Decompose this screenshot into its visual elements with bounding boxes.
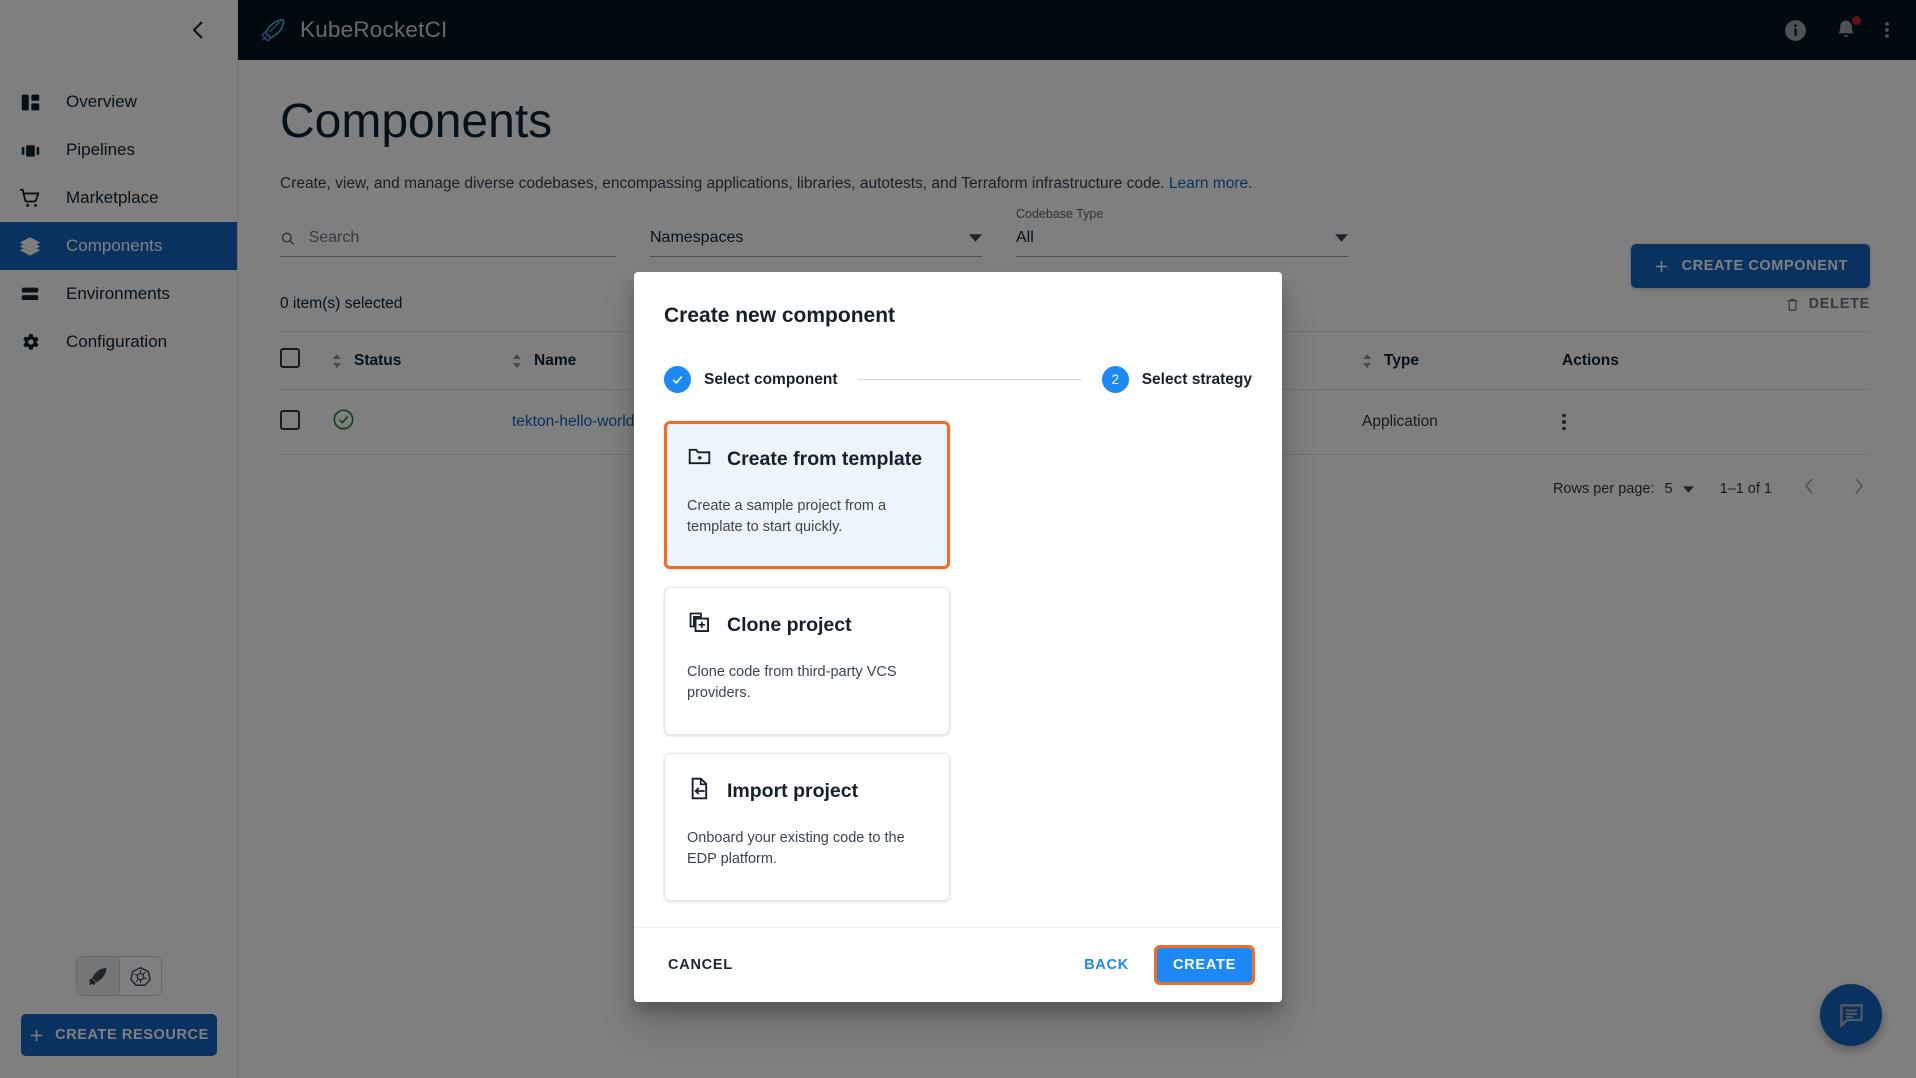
dialog-title: Create new component <box>664 304 896 327</box>
step-marker-active: 2 <box>1101 366 1129 393</box>
strategy-card-create-from-template[interactable]: Create from template Create a sample pro… <box>664 421 950 569</box>
card-description: Clone code from third-party VCS provider… <box>687 664 897 701</box>
strategy-card-clone-project[interactable]: Clone project Clone code from third-part… <box>664 587 950 735</box>
step-marker-done <box>664 366 691 393</box>
card-description: Onboard your existing code to the EDP pl… <box>687 830 905 867</box>
back-button[interactable]: BACK <box>1072 949 1141 981</box>
copy-plus-icon <box>687 610 712 640</box>
stepper-connector <box>857 379 1082 380</box>
folder-plus-icon <box>687 444 712 474</box>
card-title: Create from template <box>727 447 923 470</box>
strategy-card-import-project[interactable]: Import project Onboard your existing cod… <box>664 753 950 901</box>
cancel-button[interactable]: CANCEL <box>664 949 737 981</box>
check-icon <box>672 375 683 385</box>
create-button[interactable]: CREATE <box>1153 945 1256 985</box>
strategy-cards: Create from template Create a sample pro… <box>660 421 1256 909</box>
step-select-component[interactable]: Select component <box>664 366 838 393</box>
dialog-stepper: Select component 2 Select strategy <box>664 366 1252 393</box>
file-import-icon <box>687 776 712 806</box>
card-title: Import project <box>727 779 859 802</box>
create-component-dialog: Create new component Select component 2 … <box>634 272 1282 1002</box>
card-description: Create a sample project from a template … <box>687 498 887 535</box>
card-title: Clone project <box>727 613 852 636</box>
step-label: Select strategy <box>1141 370 1252 388</box>
step-select-strategy[interactable]: 2 Select strategy <box>1101 366 1252 393</box>
dialog-footer: CANCEL BACK CREATE <box>634 927 1282 1002</box>
step-label: Select component <box>704 370 838 388</box>
app-root: Overview Pipelines <box>0 0 1916 1078</box>
